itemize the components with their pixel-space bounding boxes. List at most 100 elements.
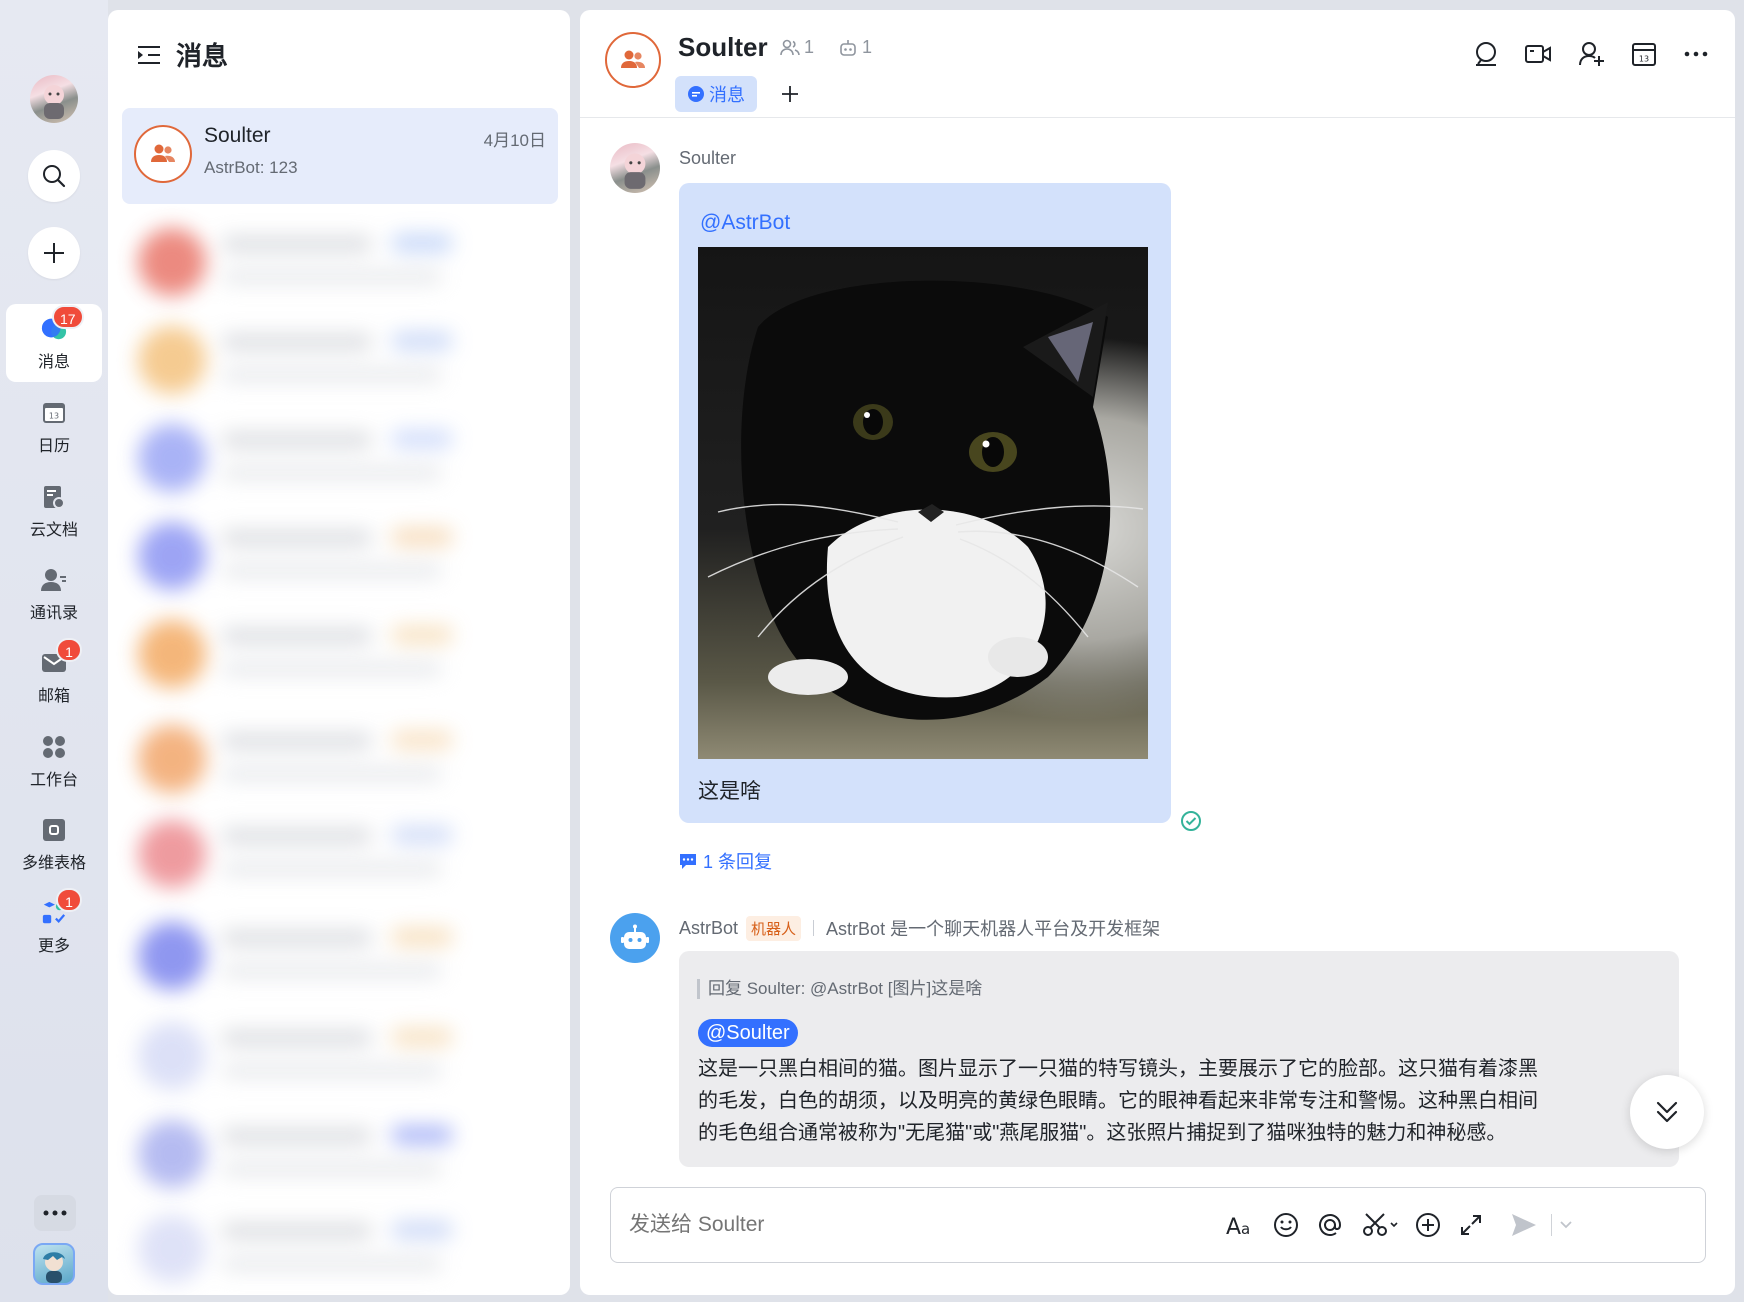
member-count-value: 1: [804, 37, 815, 57]
message-input-box[interactable]: Aa: [610, 1187, 1706, 1263]
group-icon: [621, 50, 645, 68]
tab-label: 消息: [709, 85, 745, 105]
blurred-conversation: [122, 218, 552, 308]
search-icon: [43, 165, 66, 188]
text-line: 这是一只黑白相间的猫。图片显示了一只猫的特写镜头，主要展示了它的脸部。这只猫有着…: [698, 1058, 1538, 1080]
chat-search-button[interactable]: [1470, 38, 1502, 70]
nav-label: 日历: [37, 438, 70, 455]
blurred-conversation: [122, 912, 552, 1002]
unread-badge: 1: [56, 638, 82, 662]
nav-label: 消息: [37, 354, 70, 371]
message-text: 这是啥: [698, 780, 761, 803]
double-chevron-down-icon: [1656, 1101, 1678, 1123]
nav-messages[interactable]: 消息 17: [6, 304, 102, 382]
quoted-reply[interactable]: 回复 Soulter: @AstrBot [图片]这是啥: [697, 979, 982, 999]
bot-tag: 机器人: [746, 915, 802, 941]
plus-icon: [44, 243, 64, 263]
chevron-down-icon: [1560, 1221, 1572, 1229]
send-options-button[interactable]: [1555, 1208, 1577, 1242]
message-bubble[interactable]: @AstrBot 这是啥: [679, 183, 1171, 823]
conversation-name: Soulter: [204, 124, 271, 147]
blurred-conversation: [122, 810, 552, 900]
mention-chip[interactable]: @Soulter: [698, 1019, 798, 1047]
bot-message-bubble[interactable]: 回复 Soulter: @AstrBot [图片]这是啥 @Soulter 这是…: [679, 951, 1679, 1167]
conversation-item-soulter[interactable]: Soulter AstrBot: 123 4月10日: [122, 108, 558, 204]
attach-button[interactable]: [1411, 1208, 1445, 1242]
bot-header: AstrBot 机器人 AstrBot 是一个聊天机器人平台及开发框架: [679, 915, 1160, 941]
tab-messages[interactable]: 消息: [675, 76, 757, 112]
members-icon: [780, 39, 800, 55]
bot-message-text: 这是一只黑白相间的猫。图片显示了一只猫的特写镜头，主要展示了它的脸部。这只猫有着…: [698, 1053, 1658, 1149]
unread-badge: 1: [56, 888, 82, 912]
conversation-preview: AstrBot: 123: [204, 158, 298, 177]
scissors-icon: [1363, 1213, 1398, 1236]
bot-count-value: 1: [862, 37, 873, 57]
nav-cloud-docs[interactable]: 云文档: [6, 472, 102, 550]
chat-calendar-button[interactable]: 13: [1628, 38, 1660, 70]
emoji-button[interactable]: [1269, 1208, 1303, 1242]
sender-name: AstrBot: [679, 917, 739, 938]
video-call-button[interactable]: [1522, 38, 1554, 70]
user-avatar[interactable]: [30, 75, 78, 123]
app-sidebar: 消息 17 13 日历 云文档 通讯录 邮箱 1 工作台 多维表格 更多 1: [0, 0, 108, 1302]
search-chat-icon: [1476, 42, 1496, 66]
nav-label: 工作台: [29, 772, 78, 789]
svg-text:A: A: [1226, 1215, 1241, 1238]
add-tab-button[interactable]: [778, 82, 802, 106]
add-user-icon: [1579, 42, 1604, 66]
robot-icon: [621, 924, 649, 949]
collapse-list-icon[interactable]: [136, 43, 162, 67]
text-line: 的毛发，白色的胡须，以及明亮的黄绿色眼睛。它的眼神看起来非常专注和警惕。这种黑白…: [698, 1090, 1538, 1112]
workplace-icon: [41, 734, 67, 760]
chat-group-avatar[interactable]: [605, 32, 661, 88]
scroll-to-bottom-button[interactable]: [1630, 1075, 1704, 1149]
quote-text: 回复 Soulter: @AstrBot [图片]这是啥: [708, 979, 983, 998]
send-button[interactable]: [1507, 1208, 1541, 1242]
nav-more[interactable]: 更多 1: [6, 888, 102, 966]
list-title: 消息: [176, 41, 229, 71]
screenshot-button[interactable]: [1359, 1208, 1405, 1242]
expand-icon: [1461, 1215, 1481, 1235]
blurred-conversation: [122, 316, 552, 406]
bot-count[interactable]: 1: [838, 37, 872, 58]
conversation-list-pane: 消息 Soulter AstrBot: 123 4月10日: [108, 10, 570, 1295]
cloud-docs-icon: [41, 484, 67, 510]
nav-label: 更多: [37, 938, 70, 955]
message-image[interactable]: [698, 247, 1148, 759]
message-input[interactable]: [629, 1208, 1189, 1242]
more-options-button[interactable]: [34, 1195, 76, 1231]
nav-base-table[interactable]: 多维表格: [6, 805, 102, 883]
format-text-button[interactable]: Aa: [1223, 1208, 1257, 1242]
blurred-conversation: [122, 1012, 552, 1102]
chat-more-button[interactable]: [1680, 38, 1712, 70]
calendar-icon: 13: [41, 400, 67, 426]
mention-button[interactable]: [1313, 1208, 1347, 1242]
assistant-avatar[interactable]: [33, 1243, 75, 1285]
blurred-conversation: [122, 1110, 552, 1200]
blurred-conversation: [122, 414, 552, 504]
at-sign-icon: [1319, 1214, 1342, 1236]
nav-contacts[interactable]: 通讯录: [6, 555, 102, 633]
member-count[interactable]: 1: [780, 37, 814, 58]
sender-avatar[interactable]: [610, 143, 660, 193]
mention[interactable]: @AstrBot: [700, 211, 790, 235]
expand-editor-button[interactable]: [1454, 1208, 1488, 1242]
thread-replies-link[interactable]: 1 条回复: [679, 848, 772, 874]
nav-label: 通讯录: [29, 605, 78, 622]
add-member-button[interactable]: [1576, 38, 1608, 70]
nav-workplace[interactable]: 工作台: [6, 722, 102, 800]
conversation-time: 4月10日: [483, 131, 546, 150]
nav-calendar[interactable]: 13 日历: [6, 388, 102, 466]
nav-label: 多维表格: [21, 855, 86, 872]
base-table-icon: [41, 817, 67, 843]
group-avatar: [134, 125, 192, 183]
divider: [1551, 1214, 1552, 1236]
group-icon: [151, 144, 175, 162]
calendar-day: 13: [49, 412, 59, 421]
nav-mail[interactable]: 邮箱 1: [6, 638, 102, 716]
create-button[interactable]: [28, 227, 80, 279]
blurred-conversation: [122, 715, 552, 805]
unread-badge: 17: [52, 305, 84, 329]
search-button[interactable]: [28, 150, 80, 202]
bot-avatar[interactable]: [610, 913, 660, 963]
